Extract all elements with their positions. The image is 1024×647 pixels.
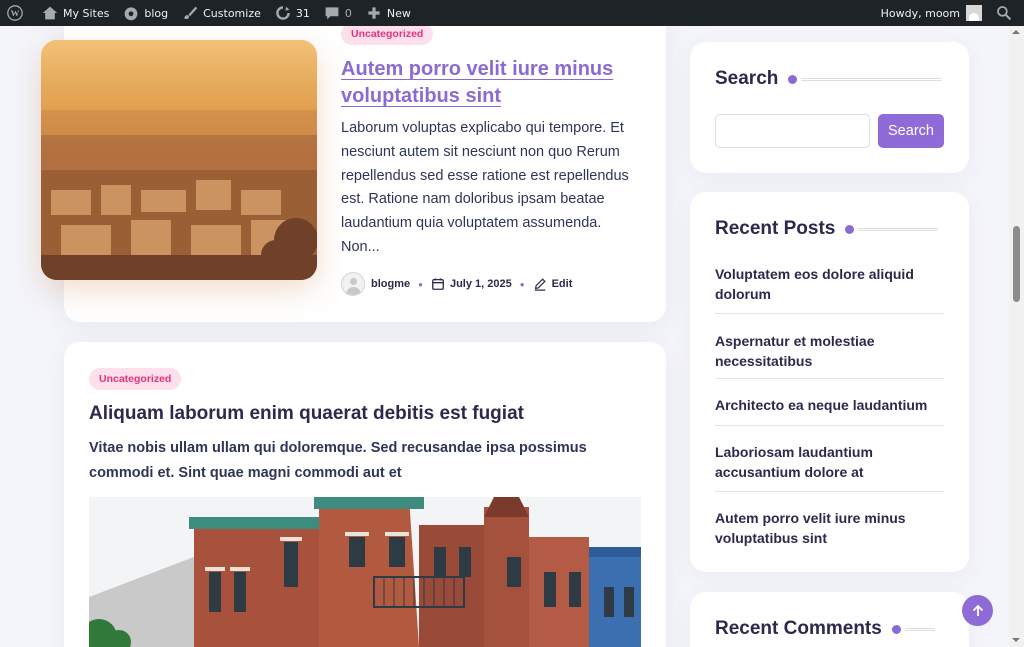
search-widget: Search Search	[690, 42, 969, 173]
post-date-link[interactable]: July 1, 2025	[450, 278, 512, 290]
calendar-icon	[432, 278, 444, 290]
search-input[interactable]	[715, 114, 870, 148]
recent-posts-widget: Recent Posts Voluptatem eos dolore aliqu…	[690, 192, 969, 572]
page-scrollbar[interactable]	[1009, 26, 1024, 647]
featured-image-building[interactable]	[89, 497, 641, 647]
comment-icon	[325, 7, 339, 20]
recent-post-link[interactable]: Autem porro velit iure minus voluptatibu…	[715, 492, 944, 552]
recent-post-link[interactable]: Aspernatur et molestiae necessitatibus	[715, 314, 944, 378]
recent-posts-list: Voluptatem eos dolore aliquid dolorum As…	[715, 264, 944, 552]
recent-comments-widget: Recent Comments	[690, 592, 969, 647]
site-name-link[interactable]: blog	[116, 0, 175, 26]
site-name-label: blog	[144, 6, 169, 20]
customize-label: Customize	[203, 6, 261, 20]
updates-icon	[276, 6, 290, 20]
dashboard-icon	[124, 7, 138, 21]
recent-post-link[interactable]: Laboriosam laudantium accusantium dolore…	[715, 426, 944, 491]
widget-title: Search	[715, 68, 942, 90]
svg-text:W: W	[11, 8, 20, 18]
author-link[interactable]: blogme	[371, 278, 410, 290]
author-avatar	[341, 272, 365, 296]
edit-link[interactable]: Edit	[552, 278, 573, 290]
plus-icon	[368, 7, 380, 19]
arrow-up-icon	[972, 604, 983, 616]
post-excerpt: Vitae nobis ullam ullam qui doloremque. …	[89, 440, 587, 481]
post-excerpt: Laborum voluptas explicabo qui tempore. …	[341, 120, 629, 255]
search-widget-title: Search	[715, 68, 779, 89]
search-button[interactable]: Search	[878, 114, 944, 148]
search-toggle[interactable]	[989, 0, 1024, 26]
recent-post-link[interactable]: Architecto ea neque laudantium	[715, 379, 944, 425]
new-content-link[interactable]: New	[359, 0, 418, 26]
title-decoration	[845, 224, 939, 234]
updates-link[interactable]: 31	[268, 0, 317, 26]
scroll-to-top-button[interactable]	[962, 595, 993, 626]
recent-comments-title: Recent Comments	[715, 618, 882, 639]
widget-title: Recent Posts	[715, 218, 939, 240]
admin-bar: W My Sites blog Customize 31 0 New Howdy…	[0, 0, 1024, 26]
meta-separator: ●	[519, 279, 525, 289]
scroll-down-arrow[interactable]	[1012, 638, 1020, 642]
wordpress-logo-icon[interactable]: W	[0, 0, 35, 26]
title-decoration	[891, 624, 935, 634]
search-icon	[997, 6, 1012, 21]
brush-icon	[184, 6, 198, 20]
new-label: New	[386, 6, 411, 20]
pencil-icon	[534, 278, 546, 291]
recent-post-link[interactable]: Voluptatem eos dolore aliquid dolorum	[715, 264, 944, 313]
scroll-up-arrow[interactable]	[1012, 30, 1020, 34]
meta-separator: ●	[418, 279, 423, 289]
widget-title: Recent Comments	[715, 618, 935, 640]
category-badge[interactable]: Uncategorized	[341, 23, 434, 45]
howdy-label: Howdy, moom	[880, 6, 960, 20]
featured-image-city[interactable]	[41, 40, 317, 280]
title-decoration	[788, 74, 942, 84]
my-sites-label: My Sites	[63, 6, 110, 20]
home-icon	[42, 6, 58, 20]
post-title-link[interactable]: Autem porro velit iure minus voluptatibu…	[341, 56, 641, 110]
category-badge[interactable]: Uncategorized	[89, 368, 182, 390]
post-title-link[interactable]: Aliquam laborum enim quaerat debitis est…	[89, 401, 649, 427]
updates-count: 31	[295, 6, 310, 20]
scrollbar-thumb[interactable]	[1013, 226, 1020, 302]
avatar	[966, 5, 982, 21]
my-account-link[interactable]: Howdy, moom	[874, 0, 989, 26]
post-meta: blogme ● July 1, 2025 ● Edit	[341, 272, 572, 296]
comments-link[interactable]: 0	[317, 0, 359, 26]
customize-link[interactable]: Customize	[175, 0, 268, 26]
my-sites-link[interactable]: My Sites	[35, 0, 116, 26]
recent-posts-title: Recent Posts	[715, 218, 836, 239]
comments-count: 0	[344, 6, 352, 20]
